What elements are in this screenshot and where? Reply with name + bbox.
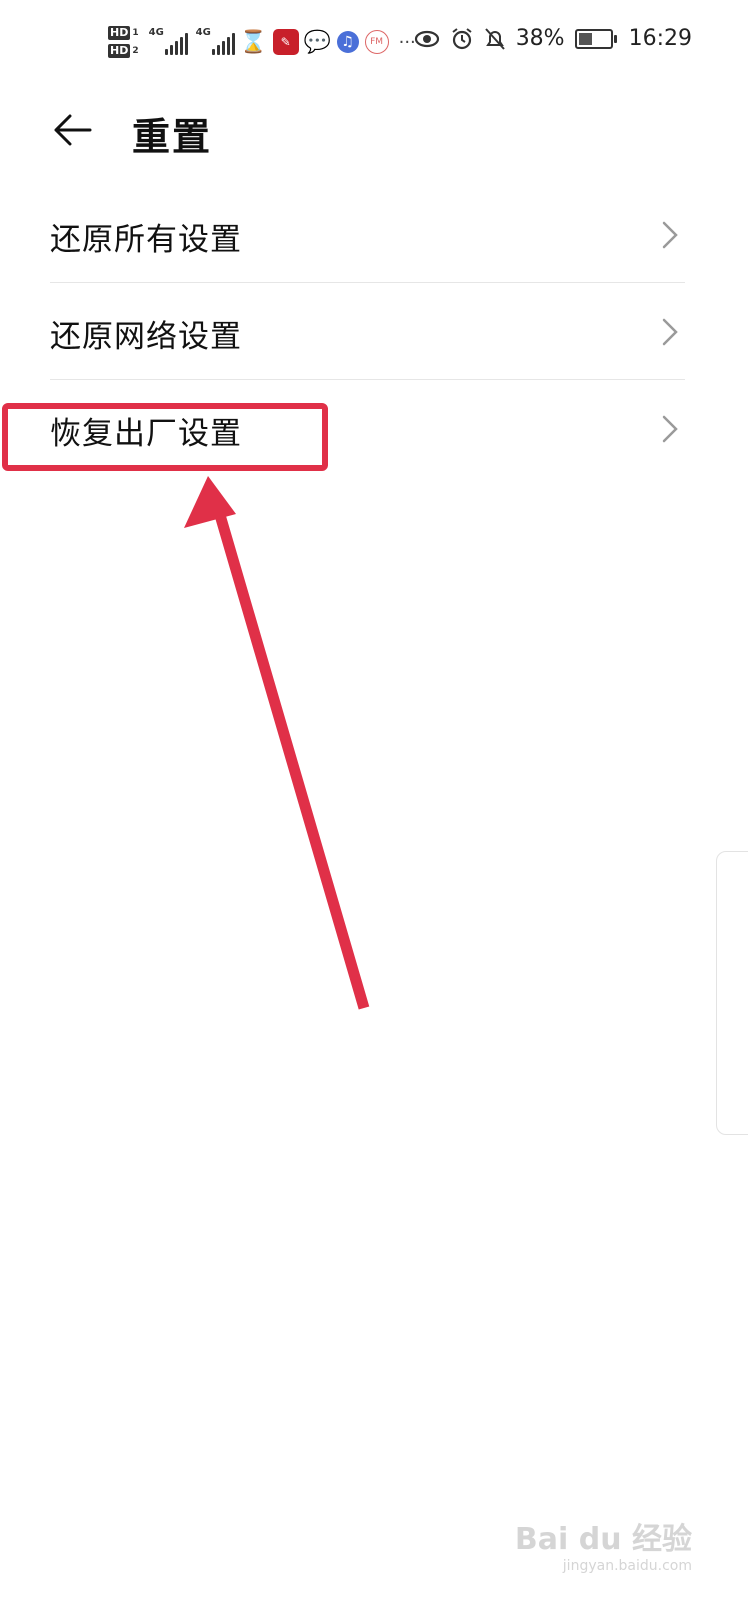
chat-bubble-icon: 💬 bbox=[303, 29, 332, 55]
status-right: 38% 16:29 bbox=[414, 26, 692, 51]
reset-network-settings-item[interactable]: 还原网络设置 bbox=[50, 283, 685, 380]
back-arrow-icon[interactable] bbox=[50, 108, 94, 152]
baidu-jingyan-watermark: Bai du 经验 jingyan.baidu.com bbox=[515, 1514, 692, 1574]
status-left: HD 1 HD 2 4G 4G ⌛ ✎ 💬 ♫ FM ··· bbox=[108, 18, 416, 66]
list-item-label: 还原网络设置 bbox=[50, 319, 242, 355]
hd-2-indicator: HD 2 bbox=[108, 44, 139, 58]
page-title: 重置 bbox=[132, 115, 213, 159]
signal-2-icon: 4G bbox=[196, 27, 235, 55]
music-icon: ♫ bbox=[336, 31, 359, 53]
list-item-label: 还原所有设置 bbox=[50, 222, 242, 258]
watermark-url: jingyan.baidu.com bbox=[562, 1558, 692, 1574]
hourglass-icon: ⌛ bbox=[239, 29, 268, 55]
side-panel-edge[interactable] bbox=[716, 851, 748, 1135]
fm-radio-icon: FM bbox=[364, 30, 389, 54]
hd-1-indicator: HD 1 bbox=[108, 26, 139, 40]
signal-1-icon: 4G bbox=[149, 27, 188, 55]
battery-charging-icon bbox=[574, 28, 617, 49]
app-red-icon: ✎ bbox=[272, 29, 299, 55]
clock: 16:29 bbox=[628, 26, 692, 51]
status-bar: HD 1 HD 2 4G 4G ⌛ ✎ 💬 ♫ FM ··· 38% 16:29 bbox=[0, 0, 748, 86]
alarm-icon bbox=[452, 27, 472, 49]
chevron-right-icon bbox=[662, 415, 678, 443]
reset-all-settings-item[interactable]: 还原所有设置 bbox=[50, 186, 685, 283]
battery-percent: 38% bbox=[515, 26, 565, 51]
bell-off-icon bbox=[484, 27, 505, 50]
watermark-logo: Bai du 经验 bbox=[514, 1522, 692, 1557]
hd-indicators: HD 1 HD 2 bbox=[108, 26, 139, 58]
chevron-right-icon bbox=[662, 318, 678, 346]
annotation-highlight-box bbox=[2, 403, 328, 471]
chevron-right-icon bbox=[662, 221, 678, 249]
app-bar: 重置 bbox=[0, 86, 748, 176]
eye-icon bbox=[414, 30, 439, 47]
